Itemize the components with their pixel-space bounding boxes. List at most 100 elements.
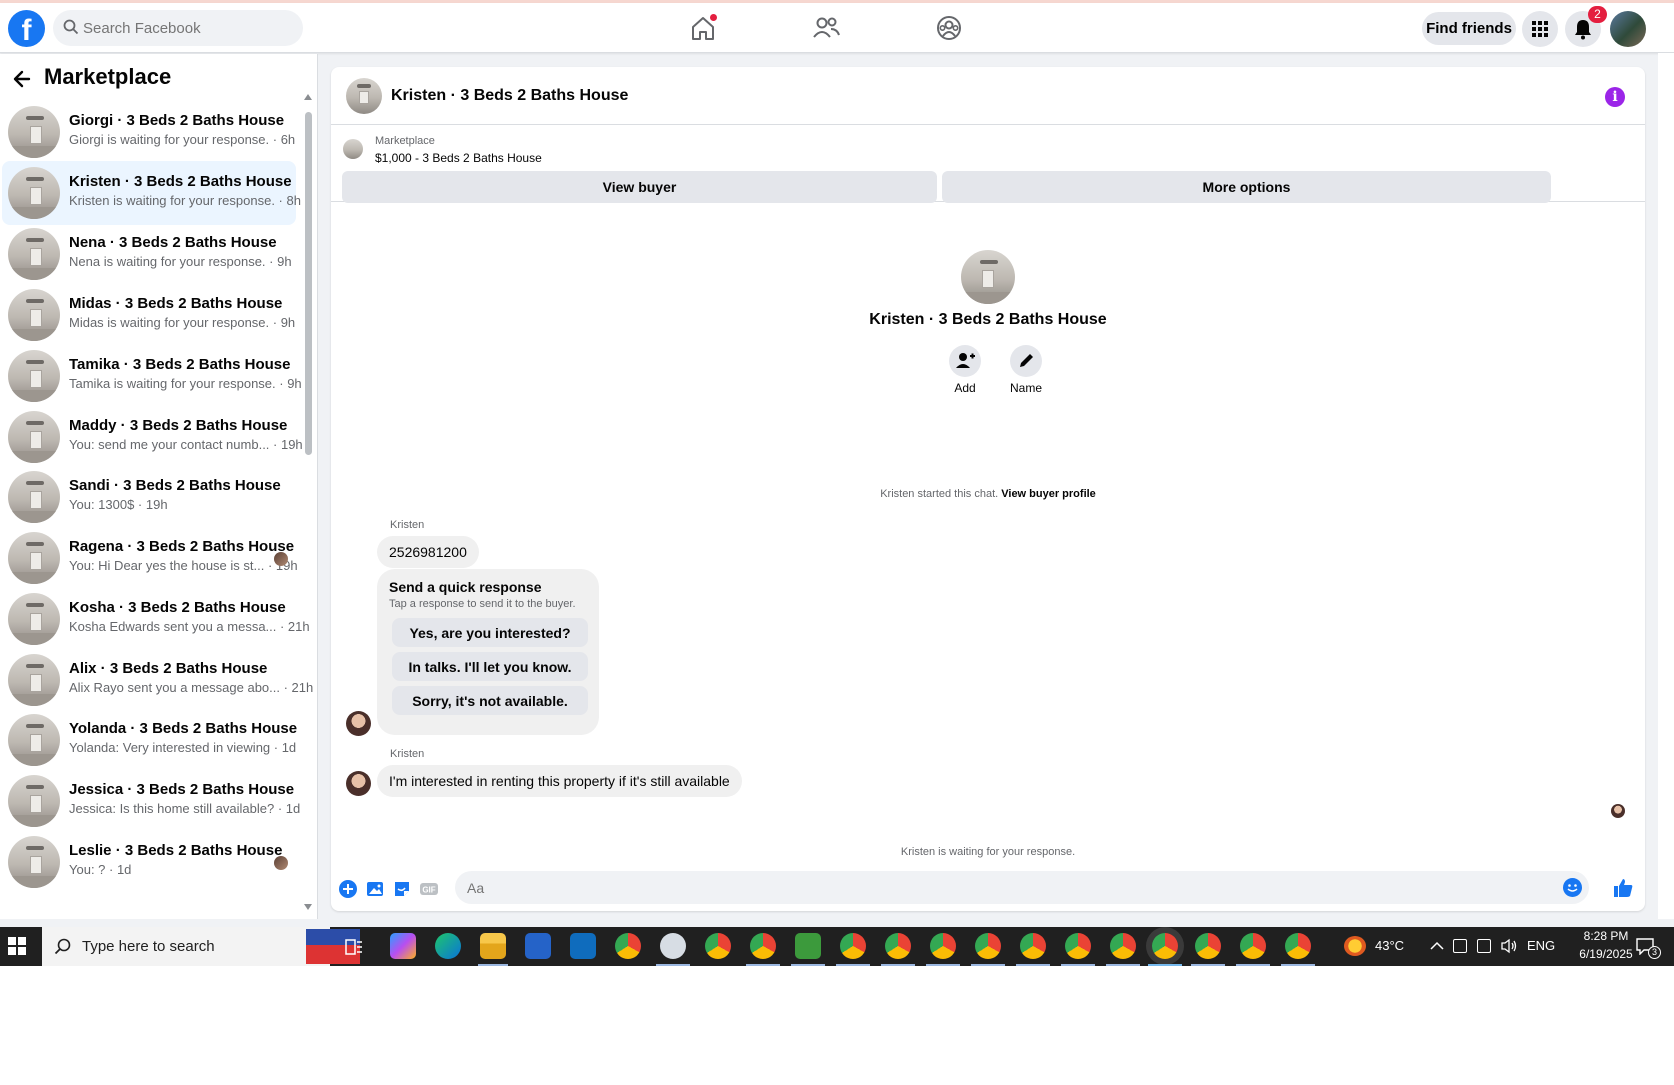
conversation-title: Ragena · 3 Beds 2 Baths House bbox=[69, 538, 295, 555]
scrollbar-thumb[interactable] bbox=[305, 112, 312, 455]
outlook-icon[interactable] bbox=[570, 933, 596, 959]
buyer-avatar[interactable] bbox=[346, 771, 371, 796]
chrome-profile-icon[interactable] bbox=[705, 933, 731, 959]
listing-price[interactable]: $1,000 - 3 Beds 2 Baths House bbox=[375, 151, 542, 165]
facebook-logo[interactable]: f bbox=[8, 10, 45, 47]
task-view-icon[interactable] bbox=[345, 938, 363, 956]
conversation-item[interactable]: Kristen · 3 Beds 2 Baths House Kristen i… bbox=[2, 161, 301, 225]
file-explorer-icon[interactable] bbox=[480, 933, 506, 959]
conversation-item[interactable]: Jessica · 3 Beds 2 Baths House Jessica: … bbox=[2, 769, 300, 833]
conversation-item[interactable]: Tamika · 3 Beds 2 Baths House Tamika is … bbox=[2, 344, 302, 408]
chrome-icon[interactable] bbox=[615, 933, 641, 959]
chrome-profile-icon[interactable] bbox=[1065, 933, 1091, 959]
conversation-title: Kristen · 3 Beds 2 Baths House bbox=[69, 173, 292, 190]
buyer-avatar[interactable] bbox=[346, 711, 371, 736]
windows-start-icon[interactable] bbox=[8, 937, 27, 956]
groups-icon[interactable] bbox=[934, 13, 964, 43]
back-arrow-icon[interactable] bbox=[12, 69, 32, 89]
sheets-icon[interactable] bbox=[795, 933, 821, 959]
camera-icon[interactable] bbox=[1453, 939, 1467, 953]
chrome-profile-icon[interactable] bbox=[1240, 933, 1266, 959]
scroll-down-arrow-icon[interactable] bbox=[304, 904, 312, 910]
message-bubble[interactable]: I'm interested in renting this property … bbox=[377, 765, 742, 797]
account-avatar[interactable] bbox=[1610, 11, 1646, 47]
more-options-button[interactable]: More options bbox=[942, 171, 1551, 203]
listing-thumbnail bbox=[343, 139, 363, 159]
conversation-title: Jessica · 3 Beds 2 Baths House bbox=[69, 781, 295, 798]
emoji-icon[interactable] bbox=[1563, 878, 1582, 897]
svg-text:GIF: GIF bbox=[422, 886, 435, 895]
chrome-profile-icon[interactable] bbox=[840, 933, 866, 959]
listing-thumbnail bbox=[8, 106, 60, 158]
edit-name-button[interactable]: Name bbox=[996, 345, 1056, 395]
conversation-title: Alix · 3 Beds 2 Baths House bbox=[69, 660, 268, 677]
conversation-preview: You: 1300$ · 19h bbox=[69, 497, 168, 512]
thumbs-up-icon[interactable] bbox=[1612, 877, 1634, 899]
plus-circle-icon[interactable] bbox=[338, 879, 358, 899]
chrome-profile-icon[interactable] bbox=[1195, 933, 1221, 959]
language-indicator[interactable]: ENG bbox=[1527, 938, 1555, 953]
temperature[interactable]: 43°C bbox=[1375, 938, 1404, 953]
conversation-item[interactable]: Nena · 3 Beds 2 Baths House Nena is wait… bbox=[2, 222, 296, 286]
network-icon[interactable] bbox=[1477, 939, 1491, 953]
clock-date[interactable]: 6/19/2025 bbox=[1566, 947, 1646, 961]
scroll-up-arrow-icon[interactable] bbox=[304, 94, 312, 100]
conversation-item[interactable]: Leslie · 3 Beds 2 Baths House You: ? · 1… bbox=[2, 830, 296, 894]
chrome-profile-icon[interactable] bbox=[750, 933, 776, 959]
add-contact-button[interactable]: Add bbox=[935, 345, 995, 395]
friends-icon[interactable] bbox=[811, 13, 841, 43]
quick-response-option[interactable]: Yes, are you interested? bbox=[392, 618, 588, 647]
message-input[interactable] bbox=[455, 871, 1589, 904]
conversation-item[interactable]: Maddy · 3 Beds 2 Baths House You: send m… bbox=[2, 405, 303, 469]
find-friends-button[interactable]: Find friends bbox=[1422, 12, 1516, 45]
seen-avatar bbox=[1611, 804, 1625, 818]
chat-listing-thumbnail[interactable] bbox=[346, 78, 382, 114]
conversation-item[interactable]: Giorgi · 3 Beds 2 Baths House Giorgi is … bbox=[2, 100, 296, 164]
conversation-item[interactable]: Midas · 3 Beds 2 Baths House Midas is wa… bbox=[2, 283, 296, 347]
quick-response-option[interactable]: In talks. I'll let you know. bbox=[392, 652, 588, 681]
menu-button[interactable] bbox=[1522, 11, 1558, 47]
add-person-icon bbox=[956, 353, 975, 368]
copilot-icon[interactable] bbox=[390, 933, 416, 959]
listing-thumbnail bbox=[8, 654, 60, 706]
photo-icon[interactable] bbox=[365, 879, 385, 899]
listing-thumbnail bbox=[8, 350, 60, 402]
conversation-preview: You: send me your contact numb... · 19h bbox=[69, 437, 303, 452]
conversation-item[interactable]: Kosha · 3 Beds 2 Baths House Kosha Edwar… bbox=[2, 587, 310, 651]
view-buyer-button[interactable]: View buyer bbox=[342, 171, 937, 203]
chrome-profile-icon[interactable] bbox=[1110, 933, 1136, 959]
chat-title[interactable]: Kristen · 3 Beds 2 Baths House bbox=[391, 87, 628, 105]
chrome-profile-icon[interactable] bbox=[885, 933, 911, 959]
sidebar-scrollbar[interactable] bbox=[302, 94, 314, 914]
clock-time[interactable]: 8:28 PM bbox=[1576, 929, 1636, 943]
chrome-active-icon[interactable] bbox=[1152, 933, 1178, 959]
chrome-profile-icon[interactable] bbox=[930, 933, 956, 959]
conversation-item[interactable]: Alix · 3 Beds 2 Baths House Alix Rayo se… bbox=[2, 648, 313, 712]
conversation-item[interactable]: Yolanda · 3 Beds 2 Baths House Yolanda: … bbox=[2, 708, 297, 772]
message-bubble[interactable]: 2526981200 bbox=[377, 536, 479, 568]
listing-thumbnail bbox=[8, 836, 60, 888]
conversation-preview: Giorgi is waiting for your response. · 6… bbox=[69, 132, 296, 147]
volume-icon[interactable] bbox=[1500, 938, 1518, 954]
taskbar-search[interactable]: Type here to search bbox=[42, 927, 360, 966]
search-facebook[interactable] bbox=[53, 10, 303, 46]
sticker-icon[interactable] bbox=[392, 879, 412, 899]
weather-icon[interactable] bbox=[1344, 936, 1366, 956]
edge-icon[interactable] bbox=[435, 933, 461, 959]
conversation-item[interactable]: Sandi · 3 Beds 2 Baths House You: 1300$ … bbox=[2, 465, 296, 529]
chevron-up-icon[interactable] bbox=[1430, 941, 1444, 951]
conversation-title: Nena · 3 Beds 2 Baths House bbox=[69, 234, 277, 251]
listing-thumbnail bbox=[8, 714, 60, 766]
gif-icon[interactable]: GIF bbox=[419, 879, 439, 899]
chrome-profile-icon[interactable] bbox=[1020, 933, 1046, 959]
page-scrollbar[interactable] bbox=[1658, 53, 1674, 919]
chrome-profile-icon[interactable] bbox=[975, 933, 1001, 959]
chrome-profile-icon[interactable] bbox=[1285, 933, 1311, 959]
store-icon[interactable] bbox=[525, 933, 551, 959]
search-input[interactable] bbox=[83, 10, 293, 46]
quick-response-option[interactable]: Sorry, it's not available. bbox=[392, 686, 588, 715]
view-buyer-profile-link[interactable]: View buyer profile bbox=[1001, 488, 1096, 500]
app-icon[interactable] bbox=[660, 933, 686, 959]
conversation-item[interactable]: Ragena · 3 Beds 2 Baths House You: Hi De… bbox=[2, 526, 298, 590]
info-icon[interactable]: i bbox=[1605, 87, 1625, 107]
